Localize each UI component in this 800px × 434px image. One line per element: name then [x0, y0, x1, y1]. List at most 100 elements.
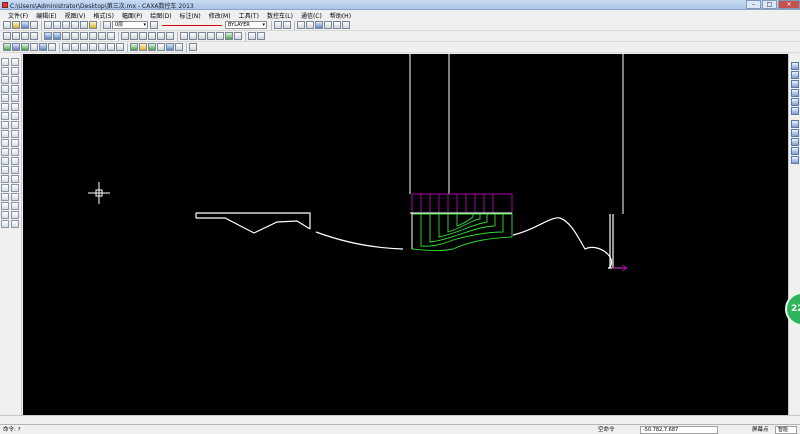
view-top-icon[interactable] [791, 71, 799, 79]
mirror-tool-icon[interactable] [11, 94, 19, 102]
path-simulate-icon[interactable] [80, 43, 88, 51]
cut-icon[interactable] [44, 21, 52, 29]
match-properties-icon[interactable] [30, 32, 38, 40]
hatch-icon[interactable] [198, 32, 206, 40]
pan-icon[interactable] [306, 21, 314, 29]
stretch-icon[interactable] [166, 32, 174, 40]
rotate-icon[interactable] [71, 32, 79, 40]
color-tool-icon[interactable] [11, 202, 19, 210]
trim-icon[interactable] [121, 32, 129, 40]
minimize-button[interactable]: – [746, 0, 761, 9]
color-icon[interactable] [150, 21, 158, 29]
menu-cnc-lathe[interactable]: 数控车(L) [263, 11, 297, 20]
chamfer-icon[interactable] [157, 32, 165, 40]
redraw-icon[interactable] [324, 21, 332, 29]
thread-icon[interactable] [39, 43, 47, 51]
layer-tool-icon[interactable] [1, 202, 9, 210]
rough-turning-icon[interactable] [3, 43, 11, 51]
help-icon[interactable] [89, 21, 97, 29]
insert-block-icon[interactable] [3, 32, 11, 40]
new-file-icon[interactable] [3, 21, 11, 29]
circle-tool-icon[interactable] [1, 76, 9, 84]
extend-tool-icon[interactable] [11, 148, 19, 156]
stretch-tool-icon[interactable] [11, 166, 19, 174]
grooving-icon[interactable] [21, 43, 29, 51]
view-back-icon[interactable] [791, 107, 799, 115]
zoom-extents-icon[interactable] [791, 120, 799, 128]
explode-tool-icon[interactable] [11, 175, 19, 183]
snap-option-select[interactable]: 智能 [775, 426, 797, 434]
zoom-out-icon[interactable] [342, 21, 350, 29]
offset-icon[interactable] [107, 32, 115, 40]
spline-tool-icon[interactable] [1, 94, 9, 102]
horizontal-scrollbar[interactable] [0, 415, 800, 424]
chamfer-tool-icon[interactable] [11, 139, 19, 147]
paste-icon[interactable] [62, 21, 70, 29]
machine-setup-icon[interactable] [107, 43, 115, 51]
erase-tool-icon[interactable] [11, 184, 19, 192]
view-left-icon[interactable] [791, 80, 799, 88]
distance-icon[interactable] [216, 32, 224, 40]
line-tool-icon[interactable] [1, 58, 9, 66]
list-icon[interactable] [234, 32, 242, 40]
reverse-code-icon[interactable] [148, 43, 156, 51]
centerline-tool-icon[interactable] [1, 139, 9, 147]
zoom-all-icon[interactable] [315, 21, 323, 29]
undo-icon[interactable] [71, 21, 79, 29]
eraser-tool-icon[interactable] [11, 220, 19, 228]
copy-tool-icon[interactable] [11, 76, 19, 84]
paint-tool-icon[interactable] [11, 193, 19, 201]
check-code-icon[interactable] [139, 43, 147, 51]
block-tool-icon[interactable] [1, 175, 9, 183]
menu-view[interactable]: 视图(V) [61, 11, 90, 20]
view-front-icon[interactable] [791, 62, 799, 70]
copy-icon[interactable] [53, 21, 61, 29]
style-icon[interactable] [283, 21, 291, 29]
close-button[interactable]: ✕ [778, 0, 800, 9]
fillet-icon[interactable] [148, 32, 156, 40]
text-icon[interactable] [189, 32, 197, 40]
drawing-canvas[interactable] [23, 54, 788, 415]
explode-icon[interactable] [12, 32, 20, 40]
break-icon[interactable] [139, 32, 147, 40]
generate-code-icon[interactable] [130, 43, 138, 51]
image-tool-icon[interactable] [1, 184, 9, 192]
zoom-next-icon[interactable] [791, 138, 799, 146]
ortho-icon[interactable] [257, 32, 265, 40]
array-tool-icon[interactable] [11, 103, 19, 111]
pencil-tool-icon[interactable] [1, 67, 9, 75]
drilling-icon[interactable] [30, 43, 38, 51]
symbol-tool-icon[interactable] [1, 220, 9, 228]
leader-tool-icon[interactable] [11, 211, 19, 219]
extend-icon[interactable] [130, 32, 138, 40]
finish-turning-icon[interactable] [12, 43, 20, 51]
menu-modify[interactable]: 修改(M) [205, 11, 235, 20]
post-config-icon[interactable] [98, 43, 106, 51]
ellipse-tool-icon[interactable] [1, 112, 9, 120]
menu-sheet[interactable]: 幅面(P) [118, 11, 146, 20]
scale-icon[interactable] [89, 32, 97, 40]
tool-library-icon[interactable] [48, 43, 56, 51]
move-tool-icon[interactable] [11, 67, 19, 75]
zoom-scale-icon[interactable] [791, 147, 799, 155]
maximize-button[interactable]: □ [762, 0, 777, 9]
break-tool-icon[interactable] [11, 157, 19, 165]
pen-tool-icon[interactable] [11, 58, 19, 66]
zoom-window-icon[interactable] [297, 21, 305, 29]
move-icon[interactable] [62, 32, 70, 40]
query-icon[interactable] [225, 32, 233, 40]
polygon-tool-icon[interactable] [1, 130, 9, 138]
layer-select[interactable]: 0层 ▾ [112, 21, 148, 29]
rotate-tool-icon[interactable] [11, 85, 19, 93]
dimension-tool-icon[interactable] [1, 211, 9, 219]
dimension-icon[interactable] [180, 32, 188, 40]
open-file-icon[interactable] [12, 21, 20, 29]
scale-tool-icon[interactable] [11, 112, 19, 120]
arrow-up-icon[interactable] [53, 32, 61, 40]
point-tool-icon[interactable] [1, 103, 9, 111]
send-code-icon[interactable] [166, 43, 174, 51]
layer-icon[interactable] [103, 21, 111, 29]
path-reverse-icon[interactable] [71, 43, 79, 51]
menu-dimension[interactable]: 标注(N) [176, 11, 205, 20]
trim-tool-icon[interactable] [11, 121, 19, 129]
